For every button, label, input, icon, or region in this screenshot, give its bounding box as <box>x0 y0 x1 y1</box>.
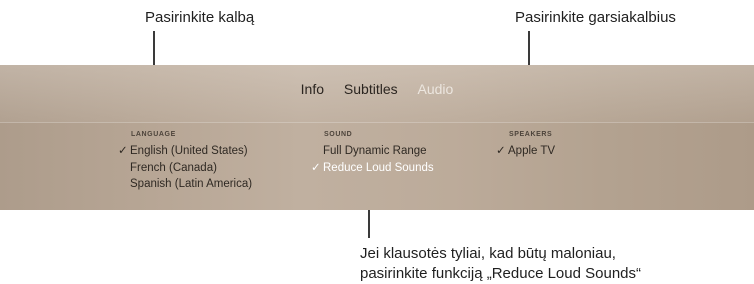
sound-option-reduce-loud-sounds[interactable]: ✓ Reduce Loud Sounds <box>311 160 434 177</box>
audio-settings-panel: Info Subtitles Audio LANGUAGE ✓ English (… <box>0 65 754 210</box>
callout-language: Pasirinkite kalbą <box>145 9 255 26</box>
checkmark-icon: ✓ <box>311 161 321 174</box>
speaker-option-apple-tv[interactable]: ✓ Apple TV <box>496 143 555 160</box>
language-option-french-canada[interactable]: French (Canada) <box>118 160 252 177</box>
callout-reduce-line-2: pasirinkite funkciją „Reduce Loud Sounds… <box>360 265 641 282</box>
callout-speakers: Pasirinkite garsiakalbius <box>515 9 676 26</box>
language-option-spanish-latam[interactable]: Spanish (Latin America) <box>118 176 252 193</box>
callout-reduce-loud-sounds: Jei klausotės tyliai, kad būtų maloniau,… <box>360 244 641 284</box>
sound-option-full-dynamic-range[interactable]: Full Dynamic Range <box>311 143 434 160</box>
tab-bar: Info Subtitles Audio <box>0 81 754 97</box>
sound-header: SOUND <box>324 131 353 138</box>
speakers-column: SPEAKERS ✓ Apple TV <box>496 131 555 160</box>
language-header: LANGUAGE <box>131 131 176 138</box>
panel-divider <box>0 122 754 123</box>
tab-info[interactable]: Info <box>301 81 324 97</box>
language-column: LANGUAGE ✓ English (United States) French… <box>118 131 252 193</box>
language-option-english-us[interactable]: ✓ English (United States) <box>118 143 252 160</box>
checkmark-icon: ✓ <box>496 145 506 157</box>
tab-subtitles[interactable]: Subtitles <box>344 81 398 97</box>
callout-reduce-line-1: Jei klausotės tyliai, kad būtų maloniau, <box>360 245 616 262</box>
tab-audio[interactable]: Audio <box>418 81 454 97</box>
checkmark-icon: ✓ <box>118 145 128 157</box>
sound-column: SOUND Full Dynamic Range ✓ Reduce Loud So… <box>311 131 434 176</box>
speakers-header: SPEAKERS <box>509 131 553 138</box>
